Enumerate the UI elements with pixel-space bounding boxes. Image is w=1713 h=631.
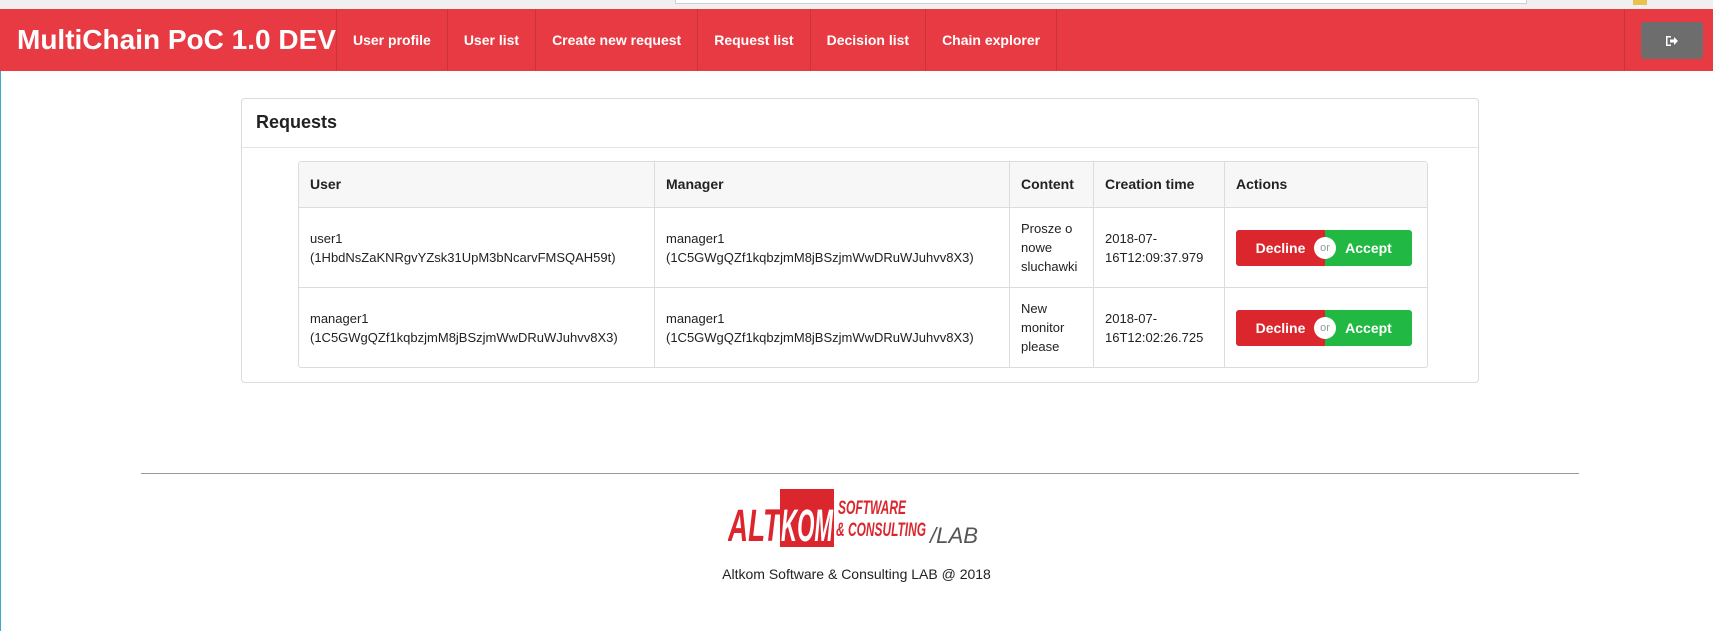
sign-out-icon — [1666, 35, 1678, 46]
user-cell-text: user1 (1HbdNsZaKNRgvYZsk31UpM3bNcarvFMSQ… — [310, 230, 616, 265]
nav-divider — [1624, 9, 1625, 71]
browser-toolbar-icon — [1633, 0, 1647, 5]
logo-word-kom: KOM — [781, 500, 834, 549]
window-left-border — [0, 9, 1, 631]
logo-line-software: SOFTWARE — [838, 498, 907, 519]
creation-time-cell: 2018-07- 16T12:02:26.725 — [1093, 288, 1224, 367]
nav-item-request-list[interactable]: Request list — [697, 9, 809, 71]
nav-item-user-profile[interactable]: User profile — [336, 9, 447, 71]
nav-menu: User profile User list Create new reques… — [336, 9, 1058, 71]
requests-table: User Manager Content Creation time Actio… — [298, 161, 1428, 368]
browser-address-bar-edge — [675, 0, 1527, 4]
nav-item-decision-list[interactable]: Decision list — [809, 9, 925, 71]
column-header-user: User — [310, 176, 342, 192]
logout-button[interactable] — [1641, 22, 1703, 59]
manager-cell: manager1 (1C5GWgQZf1kqbzjmM8jBSzjmWwDRuW… — [654, 208, 1009, 287]
table-row: manager1 (1C5GWgQZf1kqbzjmM8jBSzjmWwDRuW… — [299, 287, 1427, 367]
manager-cell-text: manager1 (1C5GWgQZf1kqbzjmM8jBSzjmWwDRuW… — [666, 310, 974, 345]
nav-item-create-new-request[interactable]: Create new request — [535, 9, 697, 71]
nav-item-chain-explorer[interactable]: Chain explorer — [925, 9, 1058, 71]
user-cell: manager1 (1C5GWgQZf1kqbzjmM8jBSzjmWwDRuW… — [299, 288, 654, 367]
column-header-content: Content — [1009, 162, 1093, 207]
content-cell-text: New monitor please — [1021, 301, 1065, 354]
content-cell: Prosze o nowe sluchawki — [1009, 208, 1093, 287]
accept-button[interactable]: Accept — [1325, 229, 1412, 266]
decision-button-group: Decline Accept or — [1236, 229, 1412, 266]
logo-suffix-lab: /LAB — [928, 523, 978, 548]
accept-button[interactable]: Accept — [1325, 309, 1412, 346]
or-separator: or — [1314, 316, 1336, 339]
manager-cell: manager1 (1C5GWgQZf1kqbzjmM8jBSzjmWwDRuW… — [654, 288, 1009, 367]
column-header-actions: Actions — [1224, 162, 1427, 207]
app-brand[interactable]: MultiChain PoC 1.0 DEV — [17, 9, 336, 71]
footer-copyright: Altkom Software & Consulting LAB @ 2018 — [722, 566, 991, 582]
actions-cell: Decline Accept or — [1224, 288, 1427, 367]
logo-line-consulting: & CONSULTING — [836, 520, 926, 541]
browser-top-strip — [0, 0, 1713, 9]
requests-panel: Requests User Manager Content Creation t… — [241, 98, 1479, 383]
user-cell: user1 (1HbdNsZaKNRgvYZsk31UpM3bNcarvFMSQ… — [299, 208, 654, 287]
user-cell-text: manager1 (1C5GWgQZf1kqbzjmM8jBSzjmWwDRuW… — [310, 310, 618, 345]
manager-cell-text: manager1 (1C5GWgQZf1kqbzjmM8jBSzjmWwDRuW… — [666, 230, 974, 265]
creation-time-cell: 2018-07- 16T12:09:37.979 — [1093, 208, 1224, 287]
logo-word-alt: ALT — [728, 500, 782, 549]
footer-divider — [141, 473, 1579, 474]
content-cell-text: Prosze o nowe sluchawki — [1021, 221, 1078, 274]
table-header-row: User Manager Content Creation time Actio… — [299, 162, 1427, 207]
creation-time-text: 2018-07- 16T12:09:37.979 — [1105, 230, 1204, 265]
decline-button[interactable]: Decline — [1236, 309, 1325, 346]
altkom-logo: ALT KOM SOFTWARE & CONSULTING /LAB — [728, 489, 978, 549]
navbar: MultiChain PoC 1.0 DEV User profile User… — [0, 9, 1713, 71]
content-cell: New monitor please — [1009, 288, 1093, 367]
actions-cell: Decline Accept or — [1224, 208, 1427, 287]
table-row: user1 (1HbdNsZaKNRgvYZsk31UpM3bNcarvFMSQ… — [299, 207, 1427, 287]
requests-panel-title: Requests — [242, 99, 1478, 148]
column-header-creation-time: Creation time — [1093, 162, 1224, 207]
nav-item-user-list[interactable]: User list — [446, 9, 535, 71]
decline-button[interactable]: Decline — [1236, 229, 1325, 266]
creation-time-text: 2018-07- 16T12:02:26.725 — [1105, 310, 1204, 345]
column-header-manager: Manager — [654, 162, 1009, 207]
or-separator: or — [1314, 236, 1336, 259]
decision-button-group: Decline Accept or — [1236, 309, 1412, 346]
